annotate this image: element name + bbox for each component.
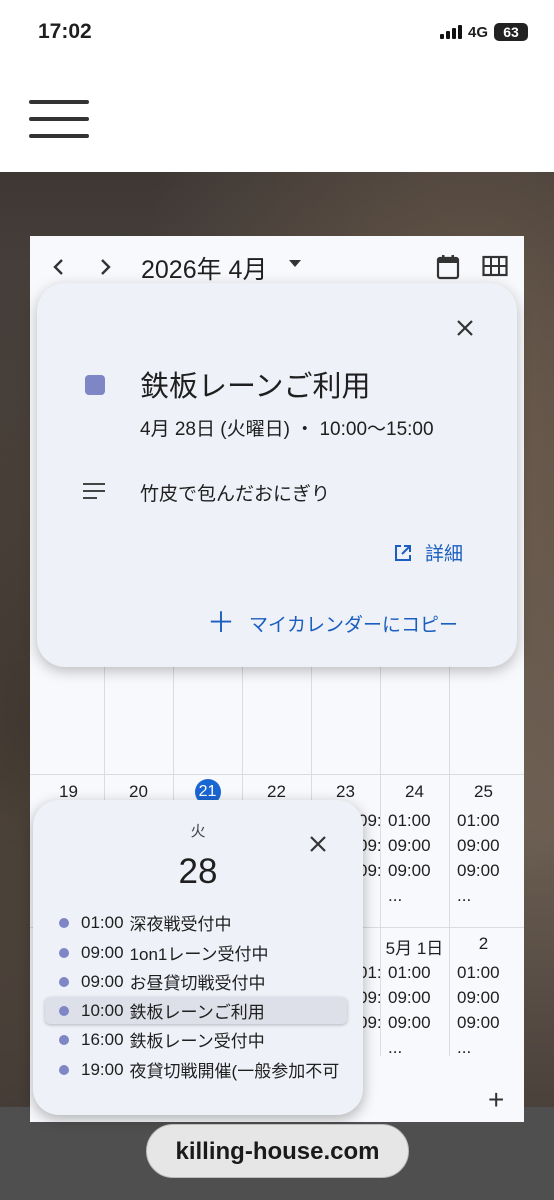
day-number[interactable]: 19 [34,782,103,802]
site-header [0,68,554,172]
event-title: 鉄板レーンご利用 [140,371,371,403]
event-dot [59,917,69,928]
open-in-new-icon [395,544,411,561]
day-number[interactable]: 20 [104,782,173,802]
details-link[interactable]: 詳細 [393,539,463,566]
cell-events[interactable]: 01:00 09:00 09:00 ... [457,960,519,1060]
event-description: 竹皮で包んだおにぎり [140,484,331,505]
plus-icon: ＋ [207,607,236,638]
day-number[interactable]: 2 [449,934,518,954]
event-detail-popup: 鉄板レーンご利用 4月 28日 (火曜日) ・ 10:00〜15:00 竹皮で包… [37,283,517,667]
event-dot [59,976,69,987]
status-bar: 17:02 4G 63 [0,0,554,68]
cell-event: 09:00 [388,988,431,1007]
details-label: 詳細 [425,544,464,565]
cell-event: 09:00 [388,836,431,855]
domain-url-pill[interactable]: killing-house.com [146,1124,409,1178]
day-number[interactable]: 24 [380,782,449,802]
chevron-down-icon[interactable] [289,260,301,267]
copy-to-calendar-button[interactable]: ＋ マイカレンダーにコピー [207,609,458,637]
event-time: 01:00 [81,912,124,932]
event-time: 16:00 [81,1029,124,1049]
close-icon[interactable] [309,835,327,853]
event-time: 19:00 [81,1059,124,1079]
day-number[interactable]: 23 [311,782,380,802]
plus-icon[interactable]: + [488,1084,504,1116]
hamburger-menu-icon[interactable] [29,100,89,140]
cell-event: 09:00 [457,988,500,1007]
cell-event: 09:00 [457,1013,500,1032]
battery-icon: 63 [494,23,528,41]
event-dot [59,947,69,958]
cell-events[interactable]: 01:00 09:00 09:00 ... [388,960,446,1060]
cell-event: 01:00 [388,811,431,830]
day-event-item[interactable]: 01:00 深夜戦受付中 [45,909,347,936]
event-dot [59,1005,69,1016]
day-event-item-selected[interactable]: 10:00 鉄板レーンご利用 [45,997,347,1024]
grid-line [30,774,524,775]
event-title: 深夜戦受付中 [129,915,232,934]
grid-line [380,656,381,1056]
day-number[interactable]: 5月 1日 [380,934,449,959]
status-time: 17:02 [38,20,92,43]
event-time: 09:00 [81,971,124,991]
cell-events[interactable]: 01:00 09:00 09:00 ... [388,808,446,908]
cell-event: 09:00 [388,861,431,880]
day-event-item[interactable]: 09:00 1on1レーン受付中 [45,939,347,966]
event-title: お昼貸切戦受付中 [129,974,266,993]
chevron-right-icon[interactable] [98,258,112,276]
event-dot [59,1064,69,1075]
event-title: 鉄板レーン受付中 [129,1032,265,1051]
close-icon[interactable] [456,319,474,337]
event-dot [59,1034,69,1045]
chevron-left-icon[interactable] [52,258,66,276]
cell-event: ... [457,1038,472,1057]
cell-event: ... [388,1038,403,1057]
cell-event: 01:00 [388,963,431,982]
description-icon [83,483,105,504]
signal-icon [439,25,462,39]
cell-event: ... [388,886,403,905]
status-indicators: 4G 63 [439,23,528,41]
event-title: 鉄板レーンご利用 [129,1003,265,1022]
grid-view-icon[interactable] [482,254,508,278]
day-number-large: 28 [178,852,218,891]
day-event-item[interactable]: 16:00 鉄板レーン受付中 [45,1026,347,1053]
grid-line [449,656,450,1056]
day-number[interactable]: 25 [449,782,518,802]
copy-label: マイカレンダーにコピー [249,614,459,636]
event-color-swatch [85,375,105,395]
cell-event: 01:00 [457,811,500,830]
network-type: 4G [467,23,488,41]
event-time: 09:00 [81,942,124,962]
calendar-icon[interactable] [436,254,460,280]
day-event-item[interactable]: 19:00 夜貸切戦開催(一般参加不可 [45,1056,347,1083]
month-title[interactable]: 2026年 4月 [141,250,267,286]
event-title: 夜貸切戦開催(一般参加不可 [129,1062,340,1081]
day-events-popup: 火 28 01:00 深夜戦受付中 09:00 1on1レーン受付中 09:00 お昼… [33,800,363,1115]
cell-event: 09:00 [388,1013,431,1032]
event-time: 4月 28日 (火曜日) ・ 10:00〜15:00 [140,419,434,440]
cell-event: 09:00 [457,836,500,855]
cell-event: 01:00 [457,963,500,982]
event-time: 10:00 [81,1000,124,1020]
cell-events[interactable]: 01:00 09:00 09:00 ... [457,808,519,908]
cell-event: ... [457,886,472,905]
cell-event: 09:00 [457,861,500,880]
day-number[interactable]: 22 [242,782,311,802]
event-title: 1on1レーン受付中 [129,945,269,964]
day-event-item[interactable]: 09:00 お昼貸切戦受付中 [45,968,347,995]
